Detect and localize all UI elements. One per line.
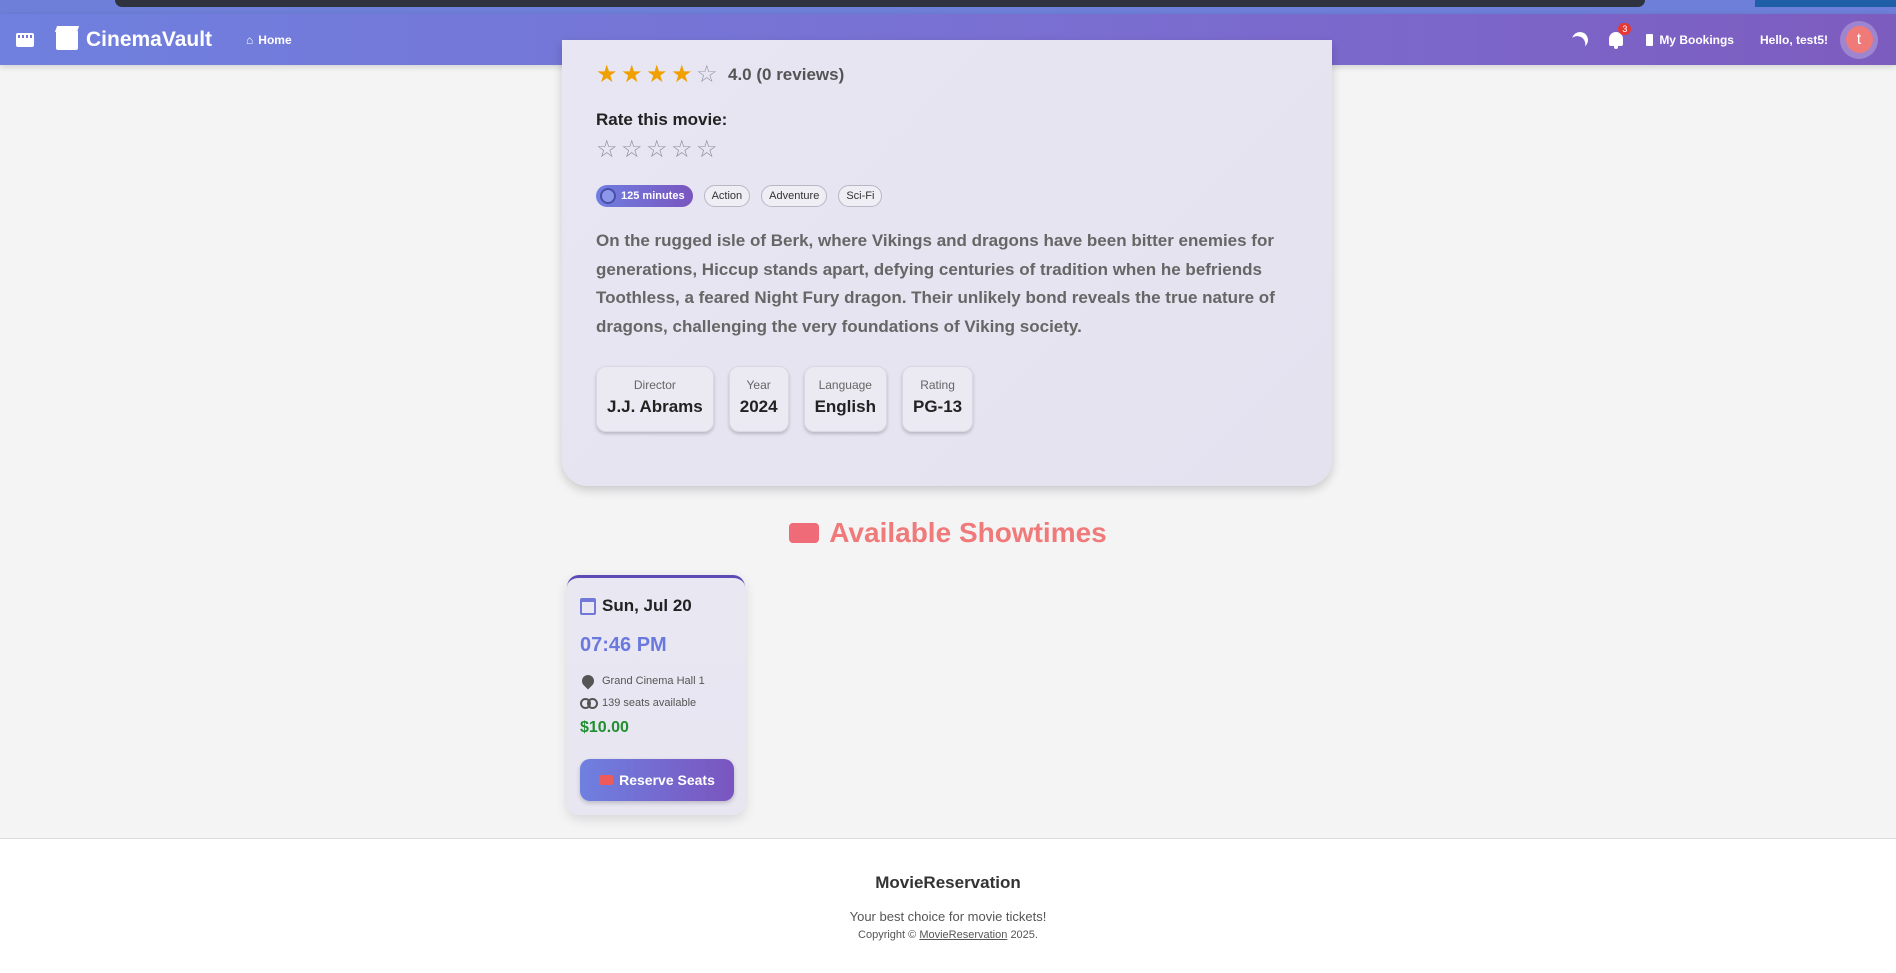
footer-copyright: Copyright © MovieReservation 2025. [0,929,1896,941]
rate-movie-label: Rate this movie: [596,110,728,129]
bookings-icon [1646,33,1654,46]
showtime-time: 07:46 PM [580,634,667,656]
nav-right: 3 My Bookings Hello, test5! t [1572,14,1878,65]
showtime-hall: Grand Cinema Hall 1 [579,672,705,690]
showtime-seats: 139 seats available [580,697,696,709]
meta-label: Language [818,378,872,392]
showtime-date-text: Sun, Jul 20 [602,596,692,615]
footer-tagline: Your best choice for movie tickets! [849,909,1047,924]
film-icon[interactable] [16,32,34,47]
genre-tag: Action [703,185,751,207]
rate-star-1-icon[interactable]: ☆ [596,138,621,162]
rate-movie-stars: ☆ ☆ ☆ ☆ ☆ [596,138,721,162]
meta-value: 2024 [739,397,778,416]
my-bookings-label: My Bookings [1659,32,1734,47]
seats-available: 139 seats available [602,697,697,709]
star-icon: ★ [621,61,643,88]
meta-label: Year [746,378,771,392]
user-greeting: Hello, test5! [1759,32,1828,47]
meta-rating: Rating PG-13 [901,366,974,432]
meta-value: J.J. Abrams [607,397,703,416]
rate-star-3-icon[interactable]: ☆ [646,138,671,162]
nav-home-label: Home [258,32,292,47]
movie-description: On the rugged isle of Berk, where Viking… [596,231,1275,336]
star-icon: ★ [671,61,693,88]
showtime-price: $10.00 [580,719,629,736]
reserve-seats-button[interactable]: Reserve Seats [580,759,734,801]
ticket-icon [599,775,614,785]
copyright-link[interactable]: MovieReservation [919,929,1007,941]
home-icon: ⌂ [246,32,254,47]
copyright-year: 2025. [1010,929,1038,941]
nav-home-link[interactable]: ⌂ Home [246,33,292,47]
calendar-icon [580,597,596,615]
footer-title: MovieReservation [875,873,1021,892]
rate-star-4-icon[interactable]: ☆ [671,138,696,162]
movie-tags: 125 minutes Action Adventure Sci-Fi [596,185,883,207]
clapperboard-icon [56,29,78,50]
rating-summary: 4.0 (0 reviews) [728,65,845,84]
ticket-icon [789,523,820,543]
clock-icon [600,188,616,204]
genre-tag: Sci-Fi [838,185,883,207]
meta-year: Year 2024 [728,366,789,432]
showtime-card: Sun, Jul 20 07:46 PM Grand Cinema Hall 1… [567,575,745,815]
top-strip-dark [115,0,1645,7]
rate-star-2-icon[interactable]: ☆ [621,138,646,162]
showtime-date: Sun, Jul 20 [580,596,692,616]
duration-text: 125 minutes [621,190,685,202]
meta-language: Language English [803,366,887,432]
notification-badge: 3 [1618,22,1632,35]
copyright-prefix: Copyright © [858,929,917,941]
average-rating: ★ ★ ★ ★ ☆ 4.0 (0 reviews) [596,63,844,87]
meta-value: PG-13 [912,397,963,416]
rate-star-5-icon[interactable]: ☆ [696,138,721,162]
my-bookings-link[interactable]: My Bookings [1646,33,1734,47]
meta-label: Director [633,378,676,392]
hall-name: Grand Cinema Hall 1 [602,675,705,687]
browser-top-strip [0,0,1896,14]
moon-icon[interactable] [1570,29,1591,50]
genre-tag: Adventure [761,185,828,207]
meta-label: Rating [920,378,955,392]
showtimes-title: Available Showtimes [829,517,1107,548]
movie-details-card: ★ ★ ★ ★ ☆ 4.0 (0 reviews) Rate this movi… [562,40,1332,486]
avatar-initial: t [1845,26,1873,53]
nav-left: CinemaVault ⌂ Home [16,14,292,65]
top-strip-blue [1755,0,1896,7]
meta-value: English [814,397,876,416]
people-icon [580,697,598,709]
star-empty-icon: ☆ [696,61,718,88]
duration-badge: 125 minutes [596,185,693,207]
location-pin-icon [579,672,597,690]
movie-meta: Director J.J. Abrams Year 2024 Language … [596,366,974,432]
reserve-seats-label: Reserve Seats [619,772,715,788]
star-icon: ★ [596,61,618,88]
notifications-button[interactable]: 3 [1608,22,1632,49]
meta-director: Director J.J. Abrams [596,366,714,432]
star-icon: ★ [646,61,668,88]
showtimes-heading: Available Showtimes [0,517,1896,549]
footer: MovieReservation Your best choice for mo… [0,838,1896,973]
brand-name[interactable]: CinemaVault [86,28,212,52]
avatar[interactable]: t [1840,20,1878,59]
